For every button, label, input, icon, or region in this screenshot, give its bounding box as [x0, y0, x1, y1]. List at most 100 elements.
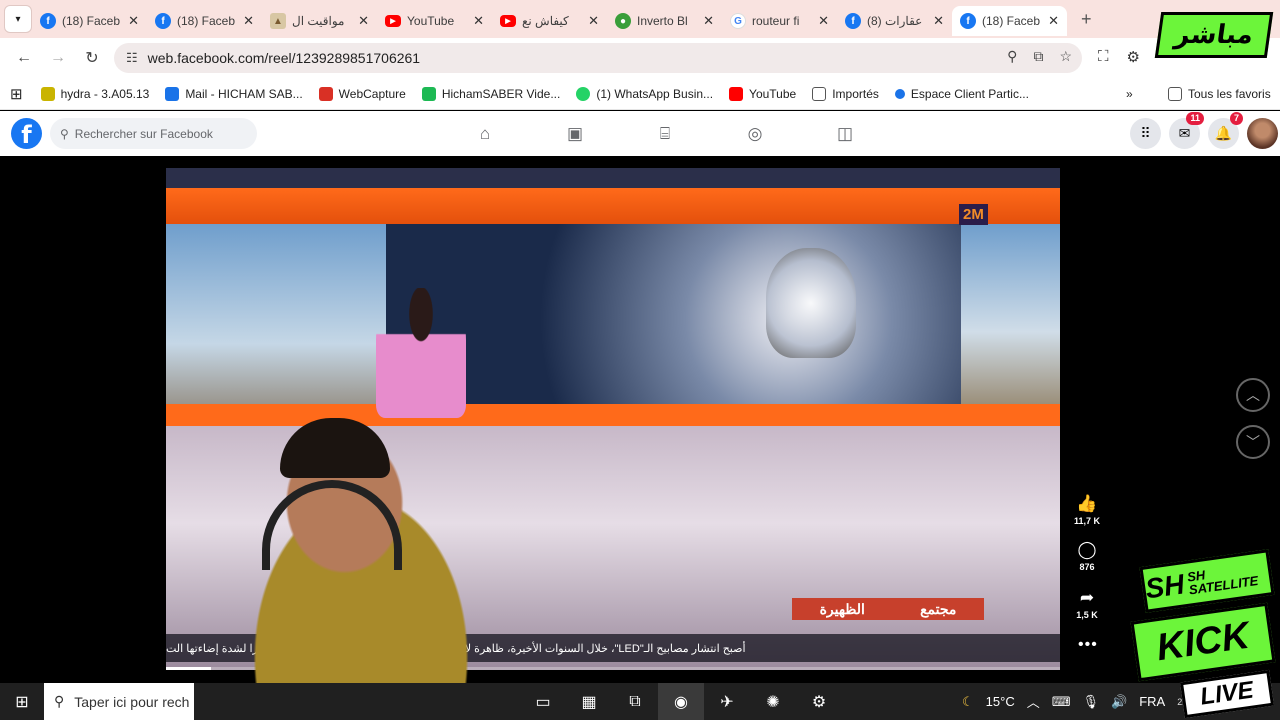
bookmark-star-icon[interactable]: ☆	[1059, 48, 1072, 65]
url-text: web.facebook.com/reel/1239289851706261	[147, 50, 421, 66]
tray-expand-icon[interactable]: ︿	[1027, 692, 1040, 711]
new-tab-icon[interactable]: +	[1081, 9, 1092, 30]
close-tab-icon[interactable]: ✕	[1048, 13, 1059, 29]
settings-icon[interactable]: ⚙	[796, 683, 842, 720]
more-bookmarks-icon[interactable]: »	[1126, 87, 1133, 101]
browser-tab-strip: ▾ f (18) Faceb ✕ f (18) Faceb ✕ ▲ مواقيت ال ✕ …	[0, 0, 1280, 38]
lower-third-category: مجتمع	[920, 600, 957, 617]
messenger-badge: 11	[1186, 112, 1204, 125]
menu-grid-icon[interactable]: ⠿	[1130, 118, 1161, 149]
file-explorer-icon[interactable]: ▭	[520, 683, 566, 720]
lower-third-program: الظهيرة	[819, 600, 865, 617]
chrome-icon[interactable]: ◉	[658, 683, 704, 720]
app-icon[interactable]: ✺	[750, 683, 796, 720]
bookmark-item[interactable]: (1) WhatsApp Busin...	[576, 86, 714, 101]
forward-icon[interactable]: →	[44, 44, 72, 72]
back-icon[interactable]: ←	[10, 44, 38, 72]
gaming-icon[interactable]: ◫	[800, 119, 890, 149]
groups-icon[interactable]: ◎	[710, 119, 800, 149]
bookmark-favicon	[318, 86, 333, 101]
bookmark-label: Tous les favoris	[1188, 86, 1271, 101]
facebook-logo[interactable]: f	[11, 118, 42, 149]
like-button[interactable]: 👍 11,7 K	[1070, 494, 1104, 526]
video-icon[interactable]: ▣	[530, 119, 620, 149]
tab-title: (18) Faceb	[982, 14, 1041, 28]
screenshot-icon[interactable]: ⛶	[1098, 48, 1109, 66]
browser-tab[interactable]: f (8) عقارات ✕	[837, 6, 952, 36]
comment-icon: ◯	[1077, 540, 1097, 559]
notifications-bell-icon[interactable]: 🔔 7	[1208, 112, 1243, 149]
news-anchor	[376, 288, 466, 418]
facebook-search-input[interactable]: ⚲ Rechercher sur Facebook	[50, 118, 257, 149]
facebook-icon: f	[40, 13, 56, 29]
calculator-icon[interactable]: ▦	[566, 683, 612, 720]
network-icon[interactable]: ⌨	[1052, 694, 1071, 710]
close-tab-icon[interactable]: ✕	[703, 13, 714, 29]
reload-icon[interactable]: ↻	[78, 44, 106, 72]
bookmark-label: Importés	[832, 86, 879, 101]
facebook-icon: f	[845, 13, 861, 29]
facebook-icon: f	[155, 13, 171, 29]
cast-icon[interactable]: ⧉	[1033, 48, 1043, 65]
close-tab-icon[interactable]: ✕	[588, 13, 599, 29]
sh-satellite-text: SH SATELLITE	[1186, 567, 1260, 598]
bookmark-item[interactable]: Espace Client Partic...	[894, 87, 1029, 101]
marketplace-icon[interactable]: ⌸	[620, 119, 710, 149]
kick-logo: SH SH SATELLITE KICK LIVE	[1130, 549, 1278, 719]
telegram-icon[interactable]: ✈	[704, 683, 750, 720]
close-tab-icon[interactable]: ✕	[933, 13, 944, 29]
close-tab-icon[interactable]: ✕	[473, 13, 484, 29]
notifications-badge: 7	[1229, 112, 1243, 125]
next-reel-button[interactable]: ﹀	[1236, 425, 1270, 459]
bookmark-favicon	[165, 86, 180, 101]
close-tab-icon[interactable]: ✕	[358, 13, 369, 29]
weather-temperature[interactable]: 15°C	[986, 694, 1015, 709]
browser-tab[interactable]: f (18) Faceb ✕	[32, 6, 147, 36]
bookmark-label: hydra - 3.A05.13	[60, 86, 150, 101]
browser-tab[interactable]: Grouteur fi ✕	[722, 6, 837, 36]
apps-icon[interactable]: ⊞	[10, 85, 23, 103]
bookmark-item[interactable]: Mail - HICHAM SAB...	[165, 86, 303, 101]
site-info-icon[interactable]: ☷	[126, 50, 138, 66]
close-tab-icon[interactable]: ✕	[818, 13, 829, 29]
profile-avatar[interactable]	[1247, 118, 1278, 149]
sh-satellite-logo: SH SH SATELLITE	[1139, 549, 1275, 613]
weather-moon-icon[interactable]: ☾	[962, 694, 974, 710]
bookmark-item[interactable]: hydra - 3.A05.13	[40, 86, 150, 101]
tab-title: مواقيت ال	[292, 14, 345, 28]
tab-title: (8) عقارات	[867, 14, 923, 28]
share-button[interactable]: ➦ 1,5 K	[1070, 588, 1104, 620]
comment-button[interactable]: ◯ 876	[1070, 540, 1104, 572]
windows-taskbar: ⊞ ⚲ Taper ici pour rech ▭ ▦ ⧉ ◉ ✈ ✺ ⚙ ☾ 1…	[0, 683, 1280, 720]
network-app-icon[interactable]: ⧉	[612, 683, 658, 720]
city-backdrop-left	[166, 224, 386, 424]
zoom-icon[interactable]: ⚲	[1007, 48, 1017, 65]
browser-tab[interactable]: f (18) Faceb ✕	[147, 6, 262, 36]
more-options-icon[interactable]: •••	[1078, 636, 1098, 654]
city-backdrop-right	[961, 224, 1060, 404]
bookmark-item[interactable]: YouTube	[729, 86, 796, 101]
bookmark-item[interactable]: WebCapture	[318, 86, 406, 101]
taskbar-search-input[interactable]: ⚲ Taper ici pour rech	[44, 683, 194, 720]
extensions-icon[interactable]: ⚙	[1127, 48, 1140, 66]
all-bookmarks-folder[interactable]: Tous les favoris	[1168, 86, 1271, 101]
share-icon: ➦	[1079, 588, 1095, 607]
browser-tab[interactable]: ▶ YouTube ✕	[377, 6, 492, 36]
messenger-icon[interactable]: ✉ 11	[1169, 112, 1204, 149]
bookmark-label: (1) WhatsApp Busin...	[596, 86, 714, 101]
tab-search-button[interactable]: ▾	[4, 5, 32, 33]
address-bar[interactable]: ☷ web.facebook.com/reel/1239289851706261…	[114, 43, 1082, 73]
home-icon[interactable]: ⌂	[440, 119, 530, 149]
close-tab-icon[interactable]: ✕	[243, 13, 254, 29]
browser-tab[interactable]: ● Inverto Bl ✕	[607, 6, 722, 36]
volume-icon[interactable]: 🔊	[1111, 694, 1127, 710]
browser-tab-active[interactable]: f (18) Faceb ✕	[952, 6, 1067, 36]
bookmark-item[interactable]: HichamSABER Vide...	[421, 86, 560, 101]
close-tab-icon[interactable]: ✕	[128, 13, 139, 29]
previous-reel-button[interactable]: ︿	[1236, 378, 1270, 412]
bookmark-folder[interactable]: Importés	[812, 86, 879, 101]
browser-tab[interactable]: ▶ كيفاش نع ✕	[492, 6, 607, 36]
windows-start-icon[interactable]: ⊞	[0, 683, 44, 720]
microphone-icon[interactable]: 🎙	[1082, 694, 1099, 710]
browser-tab[interactable]: ▲ مواقيت ال ✕	[262, 6, 377, 36]
